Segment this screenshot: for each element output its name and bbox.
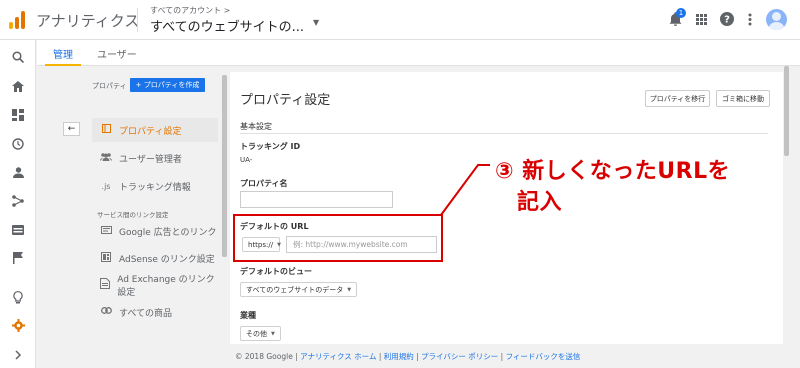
annotation-line-1: ③ 新しくなったURLを — [495, 159, 731, 184]
footer-text: © 2018 Google | アナリティクス ホーム | 利用規約 | プライ… — [235, 351, 580, 362]
footer-link-feedback[interactable]: フィードバックを送信 — [506, 352, 581, 361]
footer-separator: | — [413, 352, 422, 361]
footer-link-terms[interactable]: 利用規約 — [384, 352, 414, 361]
footer: © 2018 Google | アナリティクス ホーム | 利用規約 | プライ… — [37, 344, 800, 368]
footer-link-privacy[interactable]: プライバシー ポリシー — [421, 352, 498, 361]
copyright-text: © 2018 Google | — [235, 352, 301, 361]
annotation-line-2: 記入 — [517, 190, 563, 215]
footer-separator: | — [376, 352, 384, 361]
footer-separator: | — [498, 352, 506, 361]
annotation-text: ③ 新しくなったURLを 記入 — [495, 156, 730, 218]
footer-link-analytics-home[interactable]: アナリティクス ホーム — [300, 352, 376, 361]
